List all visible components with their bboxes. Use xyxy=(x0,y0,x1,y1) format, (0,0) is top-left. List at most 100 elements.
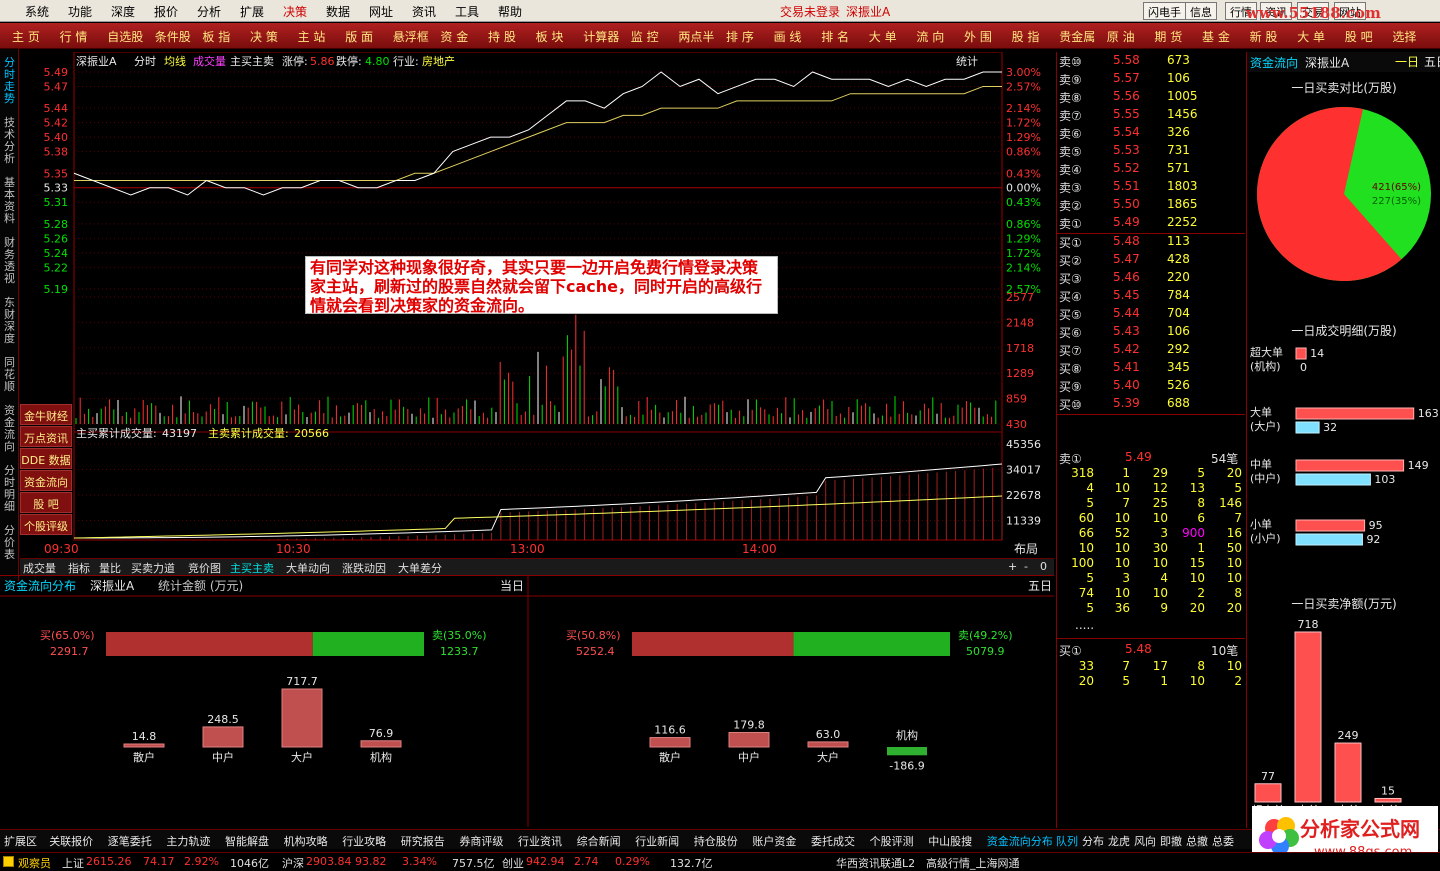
nav-2[interactable]: 自选股 xyxy=(107,28,143,45)
bottom-tab-9[interactable]: 行业资讯 xyxy=(518,833,562,849)
nav-20[interactable]: 外 围 xyxy=(964,28,992,45)
queue-cell: 20 xyxy=(1226,466,1242,480)
sub-ctrl-2[interactable]: 0 xyxy=(1040,560,1047,573)
nav-15[interactable]: 排 序 xyxy=(726,28,754,45)
left-tab-6[interactable]: 资金流向 xyxy=(2,405,17,453)
bottom-tab-3[interactable]: 主力轨迹 xyxy=(166,833,210,849)
nav-8[interactable]: 悬浮框 xyxy=(393,28,429,45)
left-tab-1[interactable]: 技术分析 xyxy=(2,117,17,165)
subtab-2[interactable]: 量比 xyxy=(99,560,121,576)
left-tab-0[interactable]: 分时走势 xyxy=(2,57,17,105)
nav-5[interactable]: 决 策 xyxy=(250,28,278,45)
subtab-8[interactable]: 大单差分 xyxy=(398,560,442,576)
nav-14[interactable]: 两点半 xyxy=(678,28,714,45)
subtab-7[interactable]: 涨跌动因 xyxy=(342,560,386,576)
bottom-tab-1[interactable]: 关联报价 xyxy=(49,833,93,849)
bottom-right-tab-6[interactable]: 总委 xyxy=(1212,833,1234,849)
rpanel-tab[interactable]: 资金流向 xyxy=(1250,55,1298,70)
nav-1[interactable]: 行 情 xyxy=(60,28,88,45)
net-value: 77 xyxy=(1261,770,1275,783)
right-flow-bar xyxy=(649,737,691,748)
main-sell-label: 主卖累计成交量: xyxy=(208,426,289,440)
nav-24[interactable]: 期 货 xyxy=(1154,28,1182,45)
nav-13[interactable]: 监 控 xyxy=(631,28,659,45)
subtab-4[interactable]: 竞价图 xyxy=(188,560,221,576)
left-tab-3[interactable]: 财务透视 xyxy=(2,237,17,285)
bottom-tab-2[interactable]: 逐笔委托 xyxy=(108,833,152,849)
left-tab-7[interactable]: 分时明细 xyxy=(2,465,17,513)
subtab-0[interactable]: 成交量 xyxy=(23,560,56,576)
bottom-right-tab-5[interactable]: 总撤 xyxy=(1186,833,1208,849)
bottom-right-tab-2[interactable]: 龙虎 xyxy=(1108,833,1130,849)
bottom-tab-13[interactable]: 账户资金 xyxy=(752,833,796,849)
nav-27[interactable]: 大 单 xyxy=(1297,28,1325,45)
nav-7[interactable]: 版 面 xyxy=(345,28,373,45)
flow-five[interactable]: 五日 xyxy=(1028,579,1052,593)
bottom-tab-12[interactable]: 持仓股份 xyxy=(694,833,738,849)
nav-17[interactable]: 排 名 xyxy=(821,28,849,45)
bottom-right-tab-4[interactable]: 即撤 xyxy=(1160,833,1182,849)
bottom-tab-16[interactable]: 中山股搜 xyxy=(928,833,972,849)
subtab-5[interactable]: 主买主卖 xyxy=(230,560,274,576)
vol-tick: 1718 xyxy=(1006,342,1034,355)
nav-19[interactable]: 流 向 xyxy=(916,28,944,45)
bottom-tab-5[interactable]: 机构攻略 xyxy=(284,833,328,849)
bottom-right-tab-0[interactable]: 队列 xyxy=(1056,833,1078,849)
nav-16[interactable]: 画 线 xyxy=(774,28,802,45)
left-tab-2[interactable]: 基本资料 xyxy=(2,177,17,225)
detail-sub: (小户) xyxy=(1250,531,1281,545)
subtab-3[interactable]: 买卖力道 xyxy=(131,560,175,576)
nav-18[interactable]: 大 单 xyxy=(869,28,897,45)
left-tab-5[interactable]: 同花顺 xyxy=(2,357,17,393)
rpanel-d5[interactable]: 五日 xyxy=(1424,55,1440,69)
nav-22[interactable]: 贵金属 xyxy=(1059,28,1095,45)
buy-price: 5.39 xyxy=(1113,396,1140,410)
nav-6[interactable]: 主 站 xyxy=(298,28,326,45)
title-button-0[interactable]: 闪电手 xyxy=(1143,2,1186,20)
nav-26[interactable]: 新 股 xyxy=(1250,28,1278,45)
sell-price: 5.49 xyxy=(1113,215,1140,229)
site-logo: www.55188.com xyxy=(1246,4,1381,22)
bottom-right-tab-1[interactable]: 分布 xyxy=(1082,833,1104,849)
nav-10[interactable]: 持 股 xyxy=(488,28,516,45)
left-tab-4[interactable]: 东财深度 xyxy=(2,297,17,345)
nav-9[interactable]: 资 金 xyxy=(440,28,468,45)
bottom-tab-8[interactable]: 券商评级 xyxy=(459,833,503,849)
bottom-tab-10[interactable]: 综合新闻 xyxy=(577,833,621,849)
bottom-tab-0[interactable]: 扩展区 xyxy=(4,833,37,849)
nav-23[interactable]: 原 油 xyxy=(1107,28,1135,45)
nav-4[interactable]: 板 指 xyxy=(202,28,230,45)
bottom-tab-4[interactable]: 智能解盘 xyxy=(225,833,269,849)
nav-21[interactable]: 股 指 xyxy=(1012,28,1040,45)
bottom-tab-11[interactable]: 行业新闻 xyxy=(635,833,679,849)
bottom-tab-17[interactable]: 资金流向分布 xyxy=(987,833,1053,849)
buy-row: 买⑨ 5.40 526 xyxy=(1057,378,1245,396)
subtab-6[interactable]: 大单动向 xyxy=(286,560,330,576)
left-tab-8[interactable]: 分价表 xyxy=(2,525,17,561)
nav-3[interactable]: 条件股 xyxy=(155,28,191,45)
bottom-tab-7[interactable]: 研究报告 xyxy=(401,833,445,849)
nav-25[interactable]: 基 金 xyxy=(1202,28,1230,45)
status-item-0[interactable]: 观察员 xyxy=(18,855,51,871)
title-button-1[interactable]: 信息 xyxy=(1185,2,1217,20)
bottom-right-tab-3[interactable]: 风向 xyxy=(1134,833,1156,849)
nav-28[interactable]: 股 吧 xyxy=(1345,28,1373,45)
bottom-tab-15[interactable]: 个股评测 xyxy=(870,833,914,849)
nav-12[interactable]: 计算器 xyxy=(583,28,619,45)
sub-ctrl-0[interactable]: + xyxy=(1008,560,1017,573)
buy-row: 买① 5.48 113 xyxy=(1057,234,1245,252)
layout-label[interactable]: 布局 xyxy=(1014,542,1038,556)
status-item-3: 74.17 xyxy=(143,855,175,868)
bottom-tab-14[interactable]: 委托成交 xyxy=(811,833,855,849)
nav-0[interactable]: 主 页 xyxy=(12,28,40,45)
bottom-tab-6[interactable]: 行业攻略 xyxy=(342,833,386,849)
sell-level: 卖⑥ xyxy=(1059,127,1082,141)
sub-ctrl-1[interactable]: - xyxy=(1024,560,1028,573)
chart-header-down_val: 4.80 xyxy=(365,55,390,68)
flow-today[interactable]: 当日 xyxy=(500,579,524,593)
subtab-1[interactable]: 指标 xyxy=(68,560,90,576)
nav-29[interactable]: 选择 xyxy=(1392,28,1416,45)
sell-queue-count: 54笔 xyxy=(1211,452,1239,466)
rpanel-d1[interactable]: 一日 xyxy=(1395,55,1419,69)
nav-11[interactable]: 板 块 xyxy=(536,28,564,45)
